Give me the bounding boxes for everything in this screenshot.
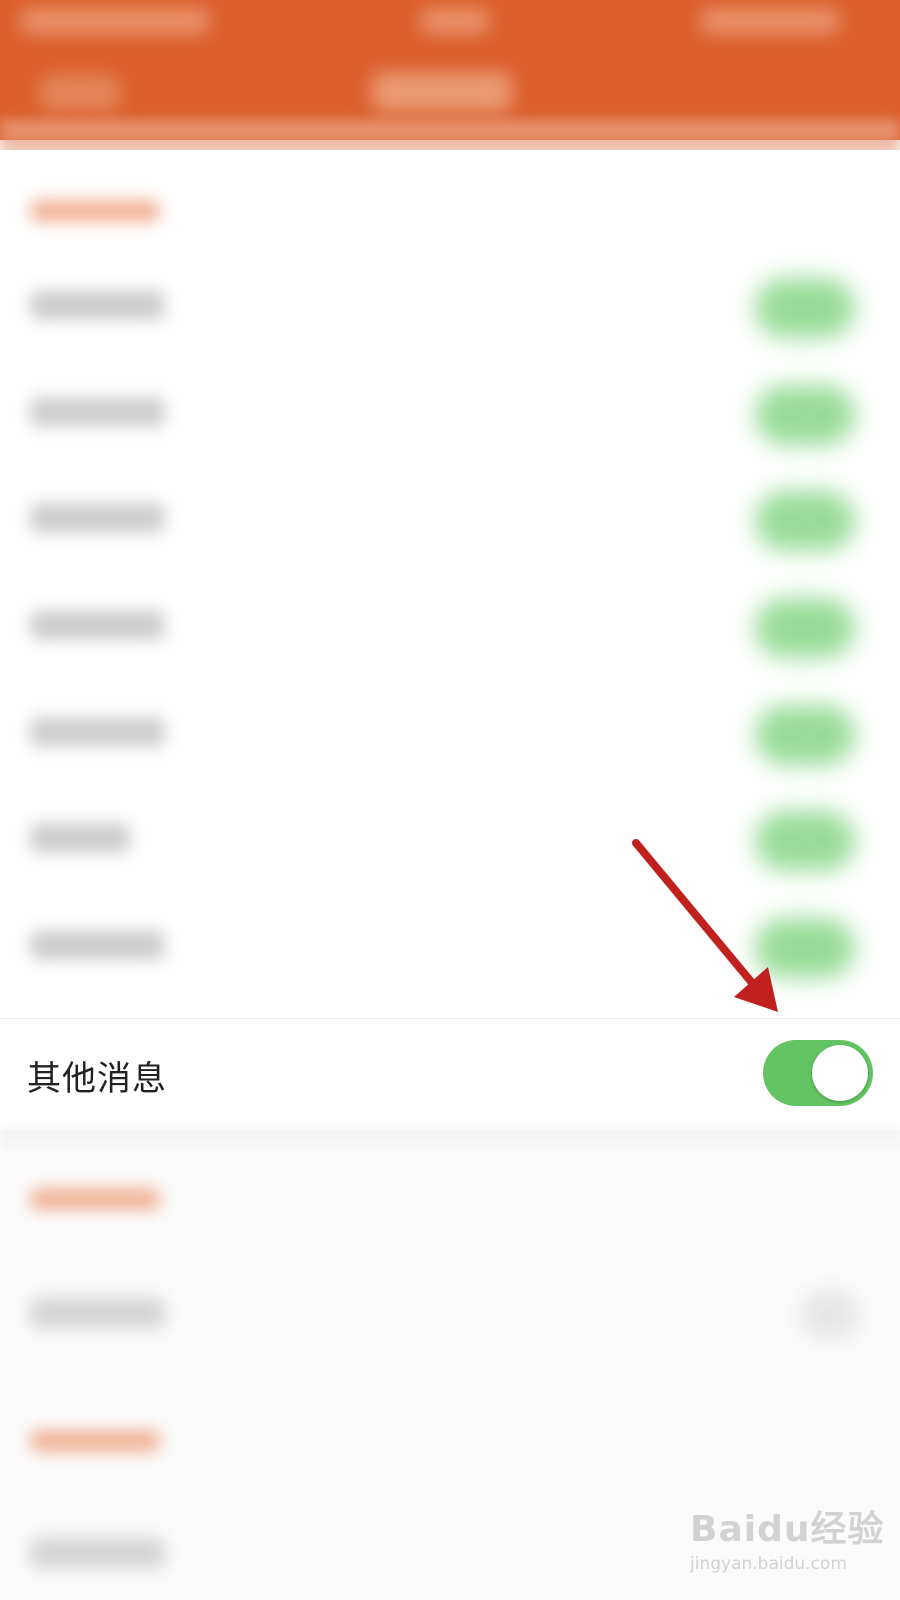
other-messages-toggle[interactable] [763,1040,873,1106]
toggle-blur[interactable] [755,598,855,658]
list-item-label-blur [30,1538,165,1568]
status-time-blur [420,8,490,34]
watermark-domain: jingyan.baidu.com [690,1554,847,1574]
settings-row-other-messages: 其他消息 [0,1018,900,1129]
status-icons-blur [700,8,840,34]
section-header-blur [30,1188,160,1210]
screen: 其他消息 Baidu经验 jingyan.baidu.com [0,0,900,1600]
section-header-blur [30,1430,160,1452]
toggle-blur[interactable] [755,811,855,871]
baidu-watermark: Baidu经验 jingyan.baidu.com [690,1500,890,1590]
list-item-label-blur [30,717,165,747]
toggle-blur[interactable] [800,1290,860,1340]
blurred-settings-list [0,150,900,1020]
toggle-blur[interactable] [755,918,855,978]
toggle-blur[interactable] [755,278,855,338]
page-title-blur [372,72,512,112]
row-shadow [0,1128,900,1158]
watermark-brand: Baidu经验 [690,1509,885,1550]
section-header-blur [30,200,160,222]
list-item-label-blur [30,610,165,640]
list-item-label-blur [30,1298,165,1328]
list-item-label-blur [30,503,165,533]
status-bar-blur [20,8,210,34]
list-item-label-blur [30,823,130,853]
list-item-label-blur [30,290,165,320]
list-item-label-blur [30,397,165,427]
toggle-blur[interactable] [755,385,855,445]
list-item-label-blur [30,930,165,960]
toggle-blur[interactable] [755,705,855,765]
back-button[interactable] [40,75,120,111]
toggle-knob [812,1045,868,1101]
toggle-blur[interactable] [755,491,855,551]
row-label: 其他消息 [27,1059,167,1099]
app-header [0,0,900,140]
